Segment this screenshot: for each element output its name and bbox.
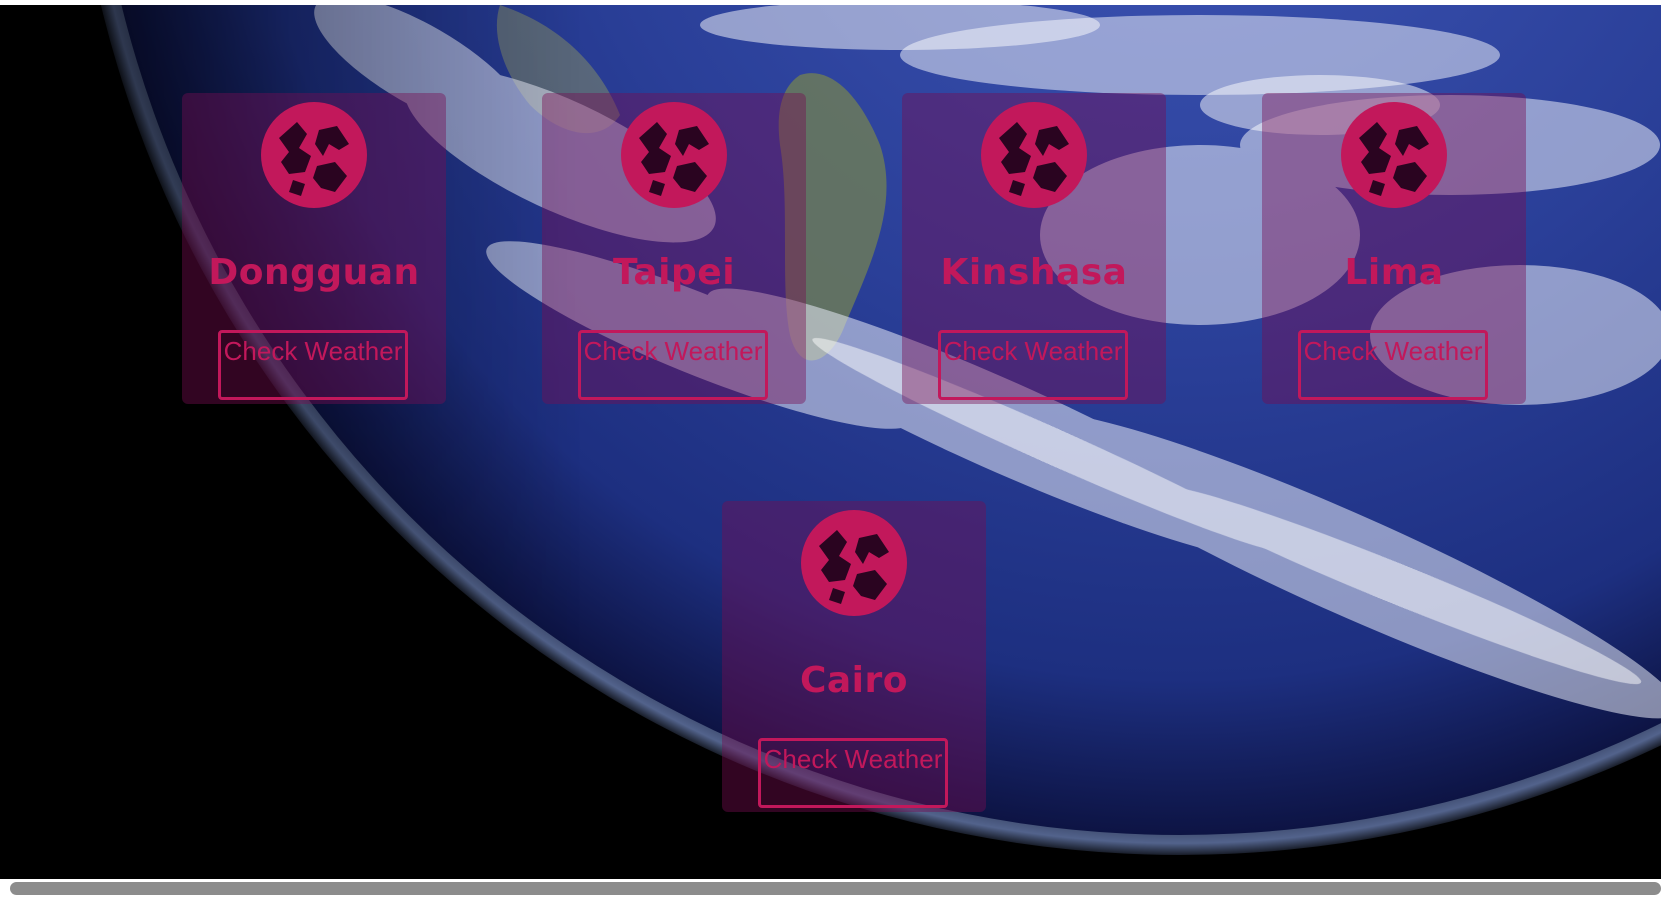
check-weather-button[interactable]: Check Weather [938,330,1128,400]
city-name: Taipei [612,252,736,293]
globe-icon [799,508,909,618]
globe-icon [259,100,369,210]
globe-icon [979,100,1089,210]
app-viewport: Dongguan Check Weather Taipei Check Weat… [0,5,1661,879]
city-name: Lima [1344,252,1444,293]
city-card-dongguan: Dongguan Check Weather [182,93,446,404]
city-name: Kinshasa [940,252,1128,293]
city-name: Dongguan [208,252,420,293]
globe-icon [619,100,729,210]
city-card-kinshasa: Kinshasa Check Weather [902,93,1166,404]
check-weather-button[interactable]: Check Weather [218,330,408,400]
check-weather-button[interactable]: Check Weather [1298,330,1488,400]
check-weather-button[interactable]: Check Weather [578,330,768,400]
scrollbar-thumb[interactable] [10,882,1661,895]
check-weather-button[interactable]: Check Weather [758,738,948,808]
horizontal-scrollbar[interactable] [0,879,1661,899]
city-card-cairo: Cairo Check Weather [722,501,986,812]
city-name: Cairo [799,660,909,701]
globe-icon [1339,100,1449,210]
city-card-taipei: Taipei Check Weather [542,93,806,404]
city-card-lima: Lima Check Weather [1262,93,1526,404]
